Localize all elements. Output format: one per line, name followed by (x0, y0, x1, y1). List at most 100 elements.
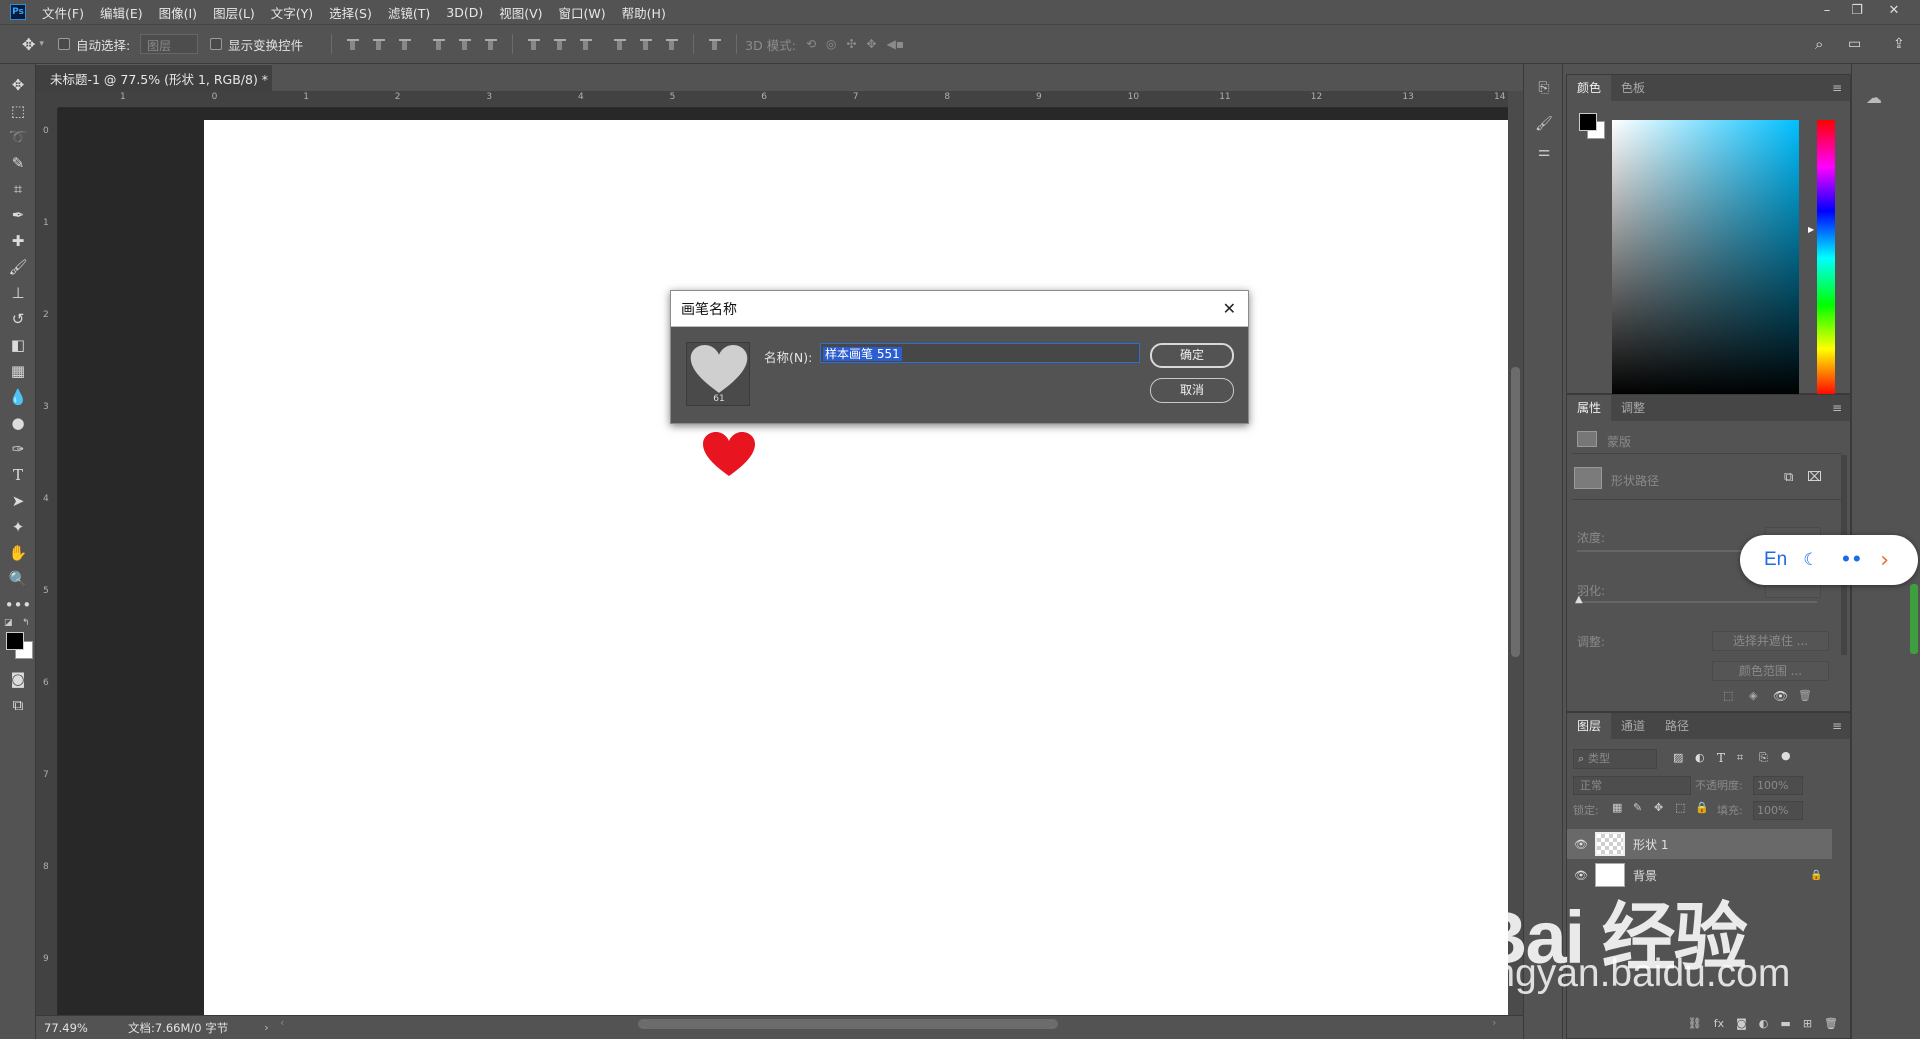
add-mask-icon[interactable]: ◙ (1736, 1017, 1747, 1030)
crop-tool-icon[interactable]: ⌗ (0, 176, 36, 202)
dodge-tool-icon[interactable]: ● (0, 410, 36, 436)
horizontal-scroll-thumb[interactable] (638, 1019, 1058, 1029)
distribute-right-icon[interactable] (665, 37, 679, 51)
path-select-tool-icon[interactable]: ➤ (0, 488, 36, 514)
filter-adjustment-icon[interactable]: ◐ (1695, 751, 1705, 764)
zoom-level[interactable]: 77.49% (44, 1021, 124, 1035)
menu-file[interactable]: 文件(F) (42, 3, 84, 22)
tab-properties[interactable]: 属性 (1567, 395, 1612, 421)
show-transform-checkbox[interactable] (210, 38, 223, 50)
gradient-tool-icon[interactable]: ▦ (0, 358, 36, 384)
align-hcenter-icon[interactable] (458, 37, 472, 51)
swap-colors-icon[interactable]: ↰ (22, 618, 30, 628)
brush-settings-icon[interactable]: 🖌 (1524, 110, 1564, 138)
tab-adjustments[interactable]: 调整 (1611, 395, 1655, 421)
menu-filter[interactable]: 滤镜(T) (388, 3, 430, 22)
auto-select-checkbox[interactable] (57, 38, 70, 50)
history-brush-tool-icon[interactable]: ↺ (0, 306, 36, 332)
menu-image[interactable]: 图像(I) (159, 3, 197, 22)
libraries-icon[interactable]: ☁ (1866, 88, 1882, 107)
menu-select[interactable]: 选择(S) (329, 3, 372, 22)
auto-select-dropdown[interactable]: 图层 (140, 34, 199, 54)
marquee-tool-icon[interactable]: ⬚ (0, 98, 36, 124)
horizontal-scrollbar[interactable]: ‹ › (270, 1015, 1508, 1033)
menu-view[interactable]: 视图(V) (499, 3, 542, 22)
tab-channels[interactable]: 通道 (1611, 713, 1655, 739)
history-panel-icon[interactable]: ⎘ (1524, 74, 1564, 102)
filter-pixel-icon[interactable]: ▨ (1673, 751, 1683, 764)
type-tool-icon[interactable]: T (0, 462, 36, 488)
search-icon[interactable]: ⌕ (1815, 35, 1823, 53)
pen-tool-icon[interactable]: ✑ (0, 436, 36, 462)
align-vcenter-icon[interactable] (372, 37, 386, 51)
color-range-button[interactable]: 颜色范围 ... (1712, 661, 1829, 681)
tab-paths[interactable]: 路径 (1655, 713, 1699, 739)
shape-path-thumbnail[interactable] (1574, 467, 1602, 489)
distribute-vcenter-icon[interactable] (553, 37, 567, 51)
vertical-scrollbar[interactable] (1508, 91, 1523, 1015)
visibility-eye-icon[interactable]: 👁 (1773, 689, 1788, 703)
clone-stamp-tool-icon[interactable]: ⊥ (0, 280, 36, 306)
eraser-tool-icon[interactable]: ◧ (0, 332, 36, 358)
punctuation-icon[interactable]: •• (1841, 550, 1863, 570)
status-menu-chevron-icon[interactable]: › (264, 1021, 268, 1034)
add-pixel-mask-icon[interactable]: ⧉ (1784, 470, 1793, 485)
close-window-icon[interactable]: ✕ (1885, 3, 1903, 21)
scroll-left-icon[interactable]: ‹ (280, 1016, 284, 1029)
restore-icon[interactable]: ❐ (1848, 3, 1866, 21)
workspace-icon[interactable]: ▭ (1848, 36, 1861, 52)
ok-button[interactable]: 确定 (1150, 343, 1234, 368)
eyedropper-tool-icon[interactable]: ✒ (0, 202, 36, 228)
layer-row[interactable]: 👁 形状 1 (1567, 829, 1832, 859)
new-group-icon[interactable]: ▬ (1780, 1017, 1790, 1030)
delete-mask-icon[interactable]: 🗑 (1798, 689, 1812, 702)
adjustments-panel-icon[interactable]: ⚌ (1524, 138, 1564, 166)
cancel-button[interactable]: 取消 (1150, 378, 1234, 403)
load-selection-icon[interactable]: ⬚ (1723, 689, 1733, 702)
feather-slider-handle-icon[interactable]: ▲ (1575, 594, 1583, 605)
add-vector-mask-icon[interactable]: ⌧ (1807, 470, 1822, 485)
more-tools-icon[interactable]: ••• (0, 592, 36, 618)
select-and-mask-button[interactable]: 选择并遮住 ... (1712, 631, 1829, 651)
brush-tool-icon[interactable]: 🖌 (0, 254, 36, 280)
lock-artboard-icon[interactable]: ⬚ (1675, 801, 1685, 814)
hand-tool-icon[interactable]: ✋ (0, 540, 36, 566)
distribute-hcenter-icon[interactable] (639, 37, 653, 51)
expand-chevron-icon[interactable]: › (1880, 548, 1889, 573)
menu-type[interactable]: 文字(Y) (271, 3, 313, 22)
filter-shape-icon[interactable]: ⌗ (1737, 751, 1743, 765)
layer-filter-dropdown[interactable]: ⌕ 类型 (1573, 749, 1657, 769)
lock-image-icon[interactable]: ✎ (1633, 801, 1642, 814)
foreground-color-swatch[interactable] (6, 632, 24, 650)
minimize-icon[interactable]: – (1818, 3, 1836, 21)
delete-layer-icon[interactable]: 🗑 (1824, 1017, 1838, 1030)
pan-3d-icon[interactable]: ✣ (846, 37, 856, 51)
distribute-top-icon[interactable] (527, 37, 541, 51)
lock-position-icon[interactable]: ✥ (1654, 801, 1663, 814)
tab-color[interactable]: 颜色 (1567, 75, 1612, 101)
lasso-tool-icon[interactable]: ➰ (0, 124, 36, 150)
brush-name-input[interactable]: 样本画笔 551 (820, 343, 1140, 363)
heart-shape[interactable] (703, 432, 755, 478)
tool-preset-chevron-icon[interactable]: ▾ (39, 39, 44, 49)
scroll-right-icon[interactable]: › (1492, 1016, 1496, 1029)
roll-3d-icon[interactable]: ◎ (826, 37, 836, 51)
lock-transparent-icon[interactable]: ▦ (1612, 801, 1622, 814)
hue-slider-marker-icon[interactable]: ▶ (1808, 225, 1814, 234)
orbit-3d-icon[interactable]: ⟲ (806, 37, 816, 51)
custom-shape-tool-icon[interactable]: ✦ (0, 514, 36, 540)
document-canvas[interactable] (204, 120, 1508, 1015)
panel-menu-icon[interactable]: ≡ (1832, 719, 1842, 733)
share-icon[interactable]: ⇪ (1893, 36, 1905, 52)
align-left-icon[interactable] (432, 37, 446, 51)
new-layer-icon[interactable]: ⊞ (1803, 1017, 1812, 1030)
scale-3d-icon[interactable]: ◀▪ (887, 37, 904, 51)
quick-mask-icon[interactable]: ◙ (0, 666, 36, 692)
layer-visibility-eye-icon[interactable]: 👁 (1567, 838, 1595, 851)
menu-help[interactable]: 帮助(H) (622, 3, 666, 22)
brush-name-value[interactable]: 样本画笔 551 (823, 347, 902, 361)
menu-3d[interactable]: 3D(D) (446, 5, 483, 20)
zoom-tool-icon[interactable]: 🔍 (0, 566, 36, 592)
ime-language-label[interactable]: En (1764, 549, 1787, 571)
blur-tool-icon[interactable]: 💧 (0, 384, 36, 410)
